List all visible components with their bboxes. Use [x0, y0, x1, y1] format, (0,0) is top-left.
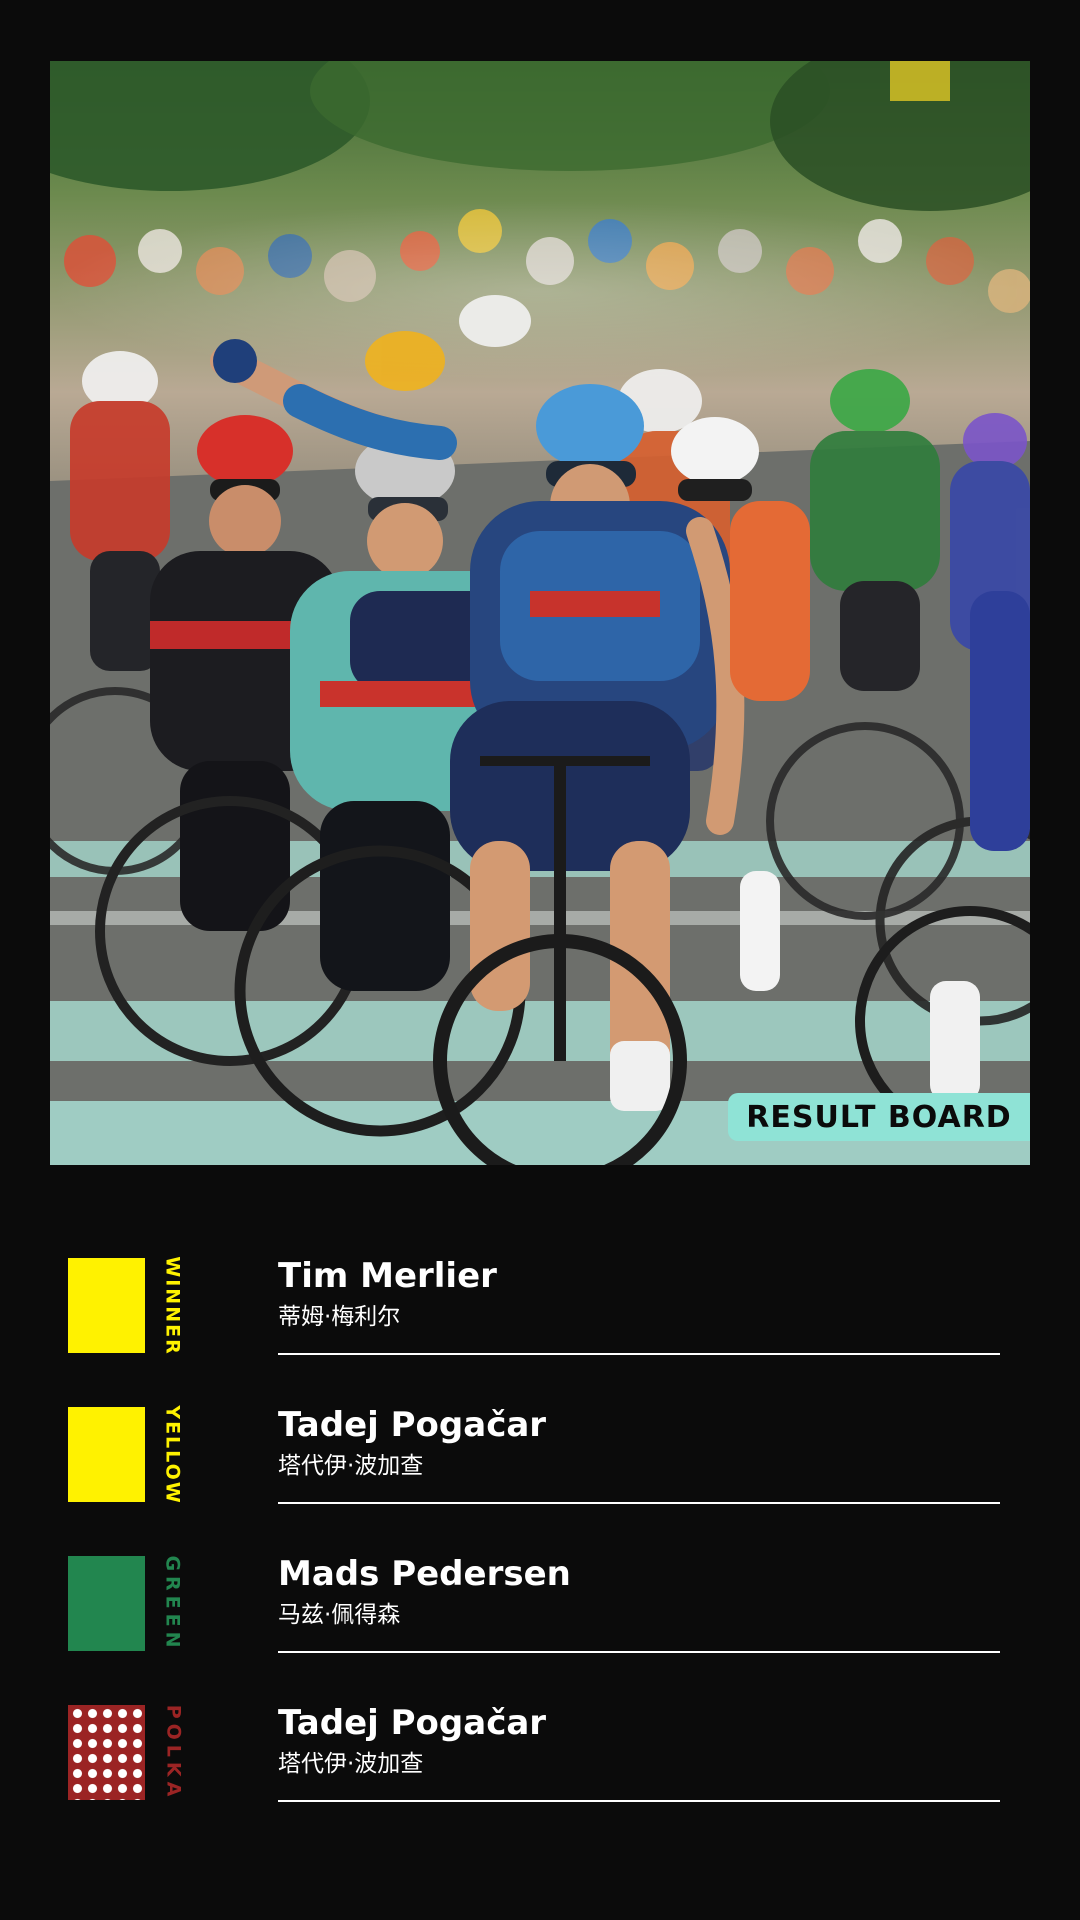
- jersey-label-winner: WINNER: [158, 1255, 188, 1356]
- jersey-label-yellow: YELLOW: [158, 1404, 188, 1505]
- race-finish-photo: RESULT BOARD: [50, 61, 1030, 1165]
- result-board-badge: RESULT BOARD: [728, 1093, 1030, 1141]
- rider-name: Tim Merlier: [278, 1256, 497, 1296]
- result-row-yellow: YELLOW Tadej Pogačar 塔代伊·波加查: [0, 1399, 1080, 1509]
- row-divider: [278, 1651, 1000, 1653]
- green-jersey-swatch: [68, 1556, 145, 1651]
- result-row-green: GREEN Mads Pedersen 马兹·佩得森: [0, 1548, 1080, 1658]
- rider-name: Tadej Pogačar: [278, 1405, 547, 1445]
- winner-color-swatch: [68, 1258, 145, 1353]
- jersey-label-polka: POLKA: [158, 1704, 188, 1801]
- result-board-page: RESULT BOARD WINNER Tim Merlier 蒂姆·梅利尔 Y…: [0, 0, 1080, 1920]
- jersey-label-text: POLKA: [162, 1704, 184, 1801]
- result-row-polka: POLKA Tadej Pogačar 塔代伊·波加查: [0, 1697, 1080, 1807]
- rider-name: Tadej Pogačar: [278, 1703, 547, 1743]
- result-row-winner: WINNER Tim Merlier 蒂姆·梅利尔: [0, 1250, 1080, 1360]
- rider-name-chinese: 塔代伊·波加查: [278, 1453, 424, 1479]
- row-divider: [278, 1502, 1000, 1504]
- jersey-label-text: GREEN: [162, 1554, 184, 1653]
- polka-dot-jersey-swatch: [68, 1705, 145, 1800]
- row-divider: [278, 1353, 1000, 1355]
- jersey-label-text: YELLOW: [162, 1404, 185, 1505]
- rider-name-chinese: 马兹·佩得森: [278, 1602, 401, 1628]
- rider-name-chinese: 塔代伊·波加查: [278, 1751, 424, 1777]
- rider-name: Mads Pedersen: [278, 1554, 571, 1594]
- jersey-label-text: WINNER: [162, 1255, 185, 1356]
- row-divider: [278, 1800, 1000, 1802]
- yellow-jersey-swatch: [68, 1407, 145, 1502]
- photo-illustration: [50, 61, 1030, 1165]
- jersey-label-green: GREEN: [158, 1554, 188, 1653]
- rider-name-chinese: 蒂姆·梅利尔: [278, 1304, 401, 1330]
